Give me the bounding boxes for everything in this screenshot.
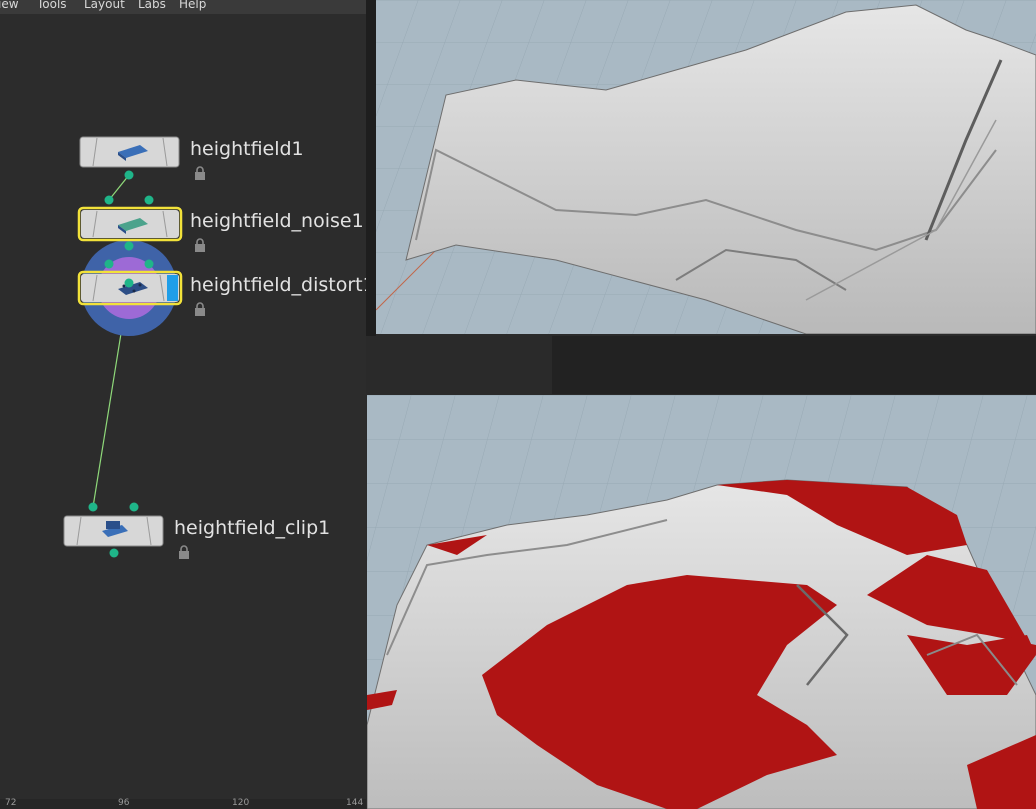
node-label-heightfield1[interactable]: heightfield1 xyxy=(190,138,304,160)
menu-item-view[interactable]: iew xyxy=(0,0,19,10)
node-label-heightfield_clip1[interactable]: heightfield_clip1 xyxy=(174,517,330,539)
empty-pane-area xyxy=(366,336,552,394)
menu-bar: iew Tools Layout Labs Help xyxy=(0,0,376,14)
lock-icon[interactable] xyxy=(194,238,206,252)
menu-item-layout[interactable]: Layout xyxy=(84,0,125,10)
menu-item-help[interactable]: Help xyxy=(179,0,206,10)
menu-item-tools[interactable]: Tools xyxy=(37,0,67,10)
lock-icon[interactable] xyxy=(194,302,206,316)
wire-1 xyxy=(108,174,130,201)
ruler-tick: 96 xyxy=(118,798,130,808)
display-flag[interactable] xyxy=(167,275,178,301)
empty-pane-area xyxy=(552,336,1036,394)
network-graph xyxy=(63,136,183,558)
network-editor[interactable]: heightfield1 heightfield_noise1 heightfi… xyxy=(0,14,375,809)
ruler-tick: 72 xyxy=(5,798,17,808)
node-label-heightfield_noise1[interactable]: heightfield_noise1 xyxy=(190,210,364,232)
terrain-view-top xyxy=(376,0,1036,334)
ruler-tick: 144 xyxy=(346,798,364,808)
lock-icon[interactable] xyxy=(178,545,190,559)
network-ruler: 72 96 120 144 xyxy=(0,798,366,809)
viewport-bottom[interactable] xyxy=(367,395,1036,809)
menu-item-labs[interactable]: Labs xyxy=(138,0,166,10)
pane-divider[interactable] xyxy=(366,0,376,336)
lock-icon[interactable] xyxy=(194,166,206,180)
ruler-tick: 120 xyxy=(232,798,250,808)
terrain-view-bottom xyxy=(367,395,1036,809)
viewport-top[interactable] xyxy=(376,0,1036,334)
node-label-heightfield_distort1[interactable]: heightfield_distort1 xyxy=(190,274,375,296)
